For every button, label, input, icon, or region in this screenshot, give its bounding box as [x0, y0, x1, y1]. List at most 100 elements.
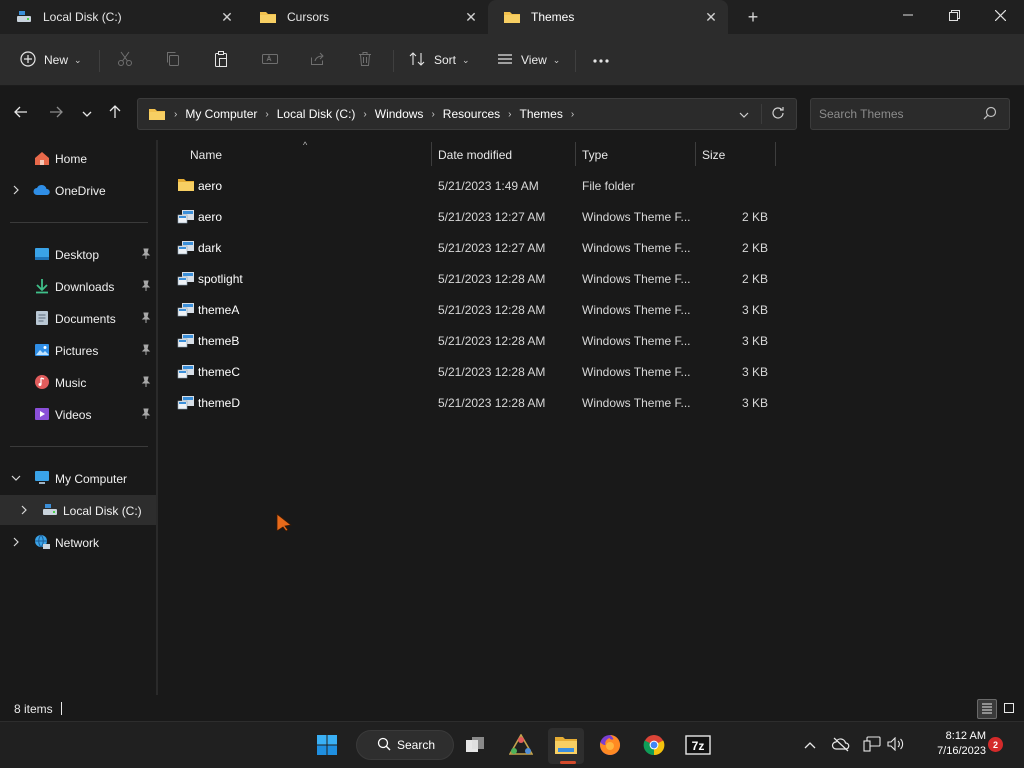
forward-button[interactable] [45, 102, 67, 124]
pin-icon[interactable] [140, 311, 152, 325]
close-icon[interactable]: ✕ [702, 8, 720, 26]
file-row[interactable]: themeC 5/21/2023 12:28 AM Windows Theme … [170, 357, 790, 387]
tab-themes[interactable]: Themes ✕ [488, 0, 728, 34]
sidebar-scrollbar[interactable] [156, 140, 158, 695]
column-divider[interactable] [431, 142, 432, 166]
sidebar-item-downloads[interactable]: Downloads [0, 271, 156, 301]
sidebar-item-home[interactable]: Home [0, 143, 156, 173]
file-row[interactable]: themeA 5/21/2023 12:28 AM Windows Theme … [170, 295, 790, 325]
column-header-date[interactable]: Date modified [438, 142, 512, 168]
recent-locations-button[interactable] [76, 102, 98, 124]
sidebar-item-pictures[interactable]: Pictures [0, 335, 156, 365]
breadcrumb-themes[interactable]: Themes [519, 107, 562, 121]
sort-button[interactable]: Sort ⌄ [408, 46, 470, 74]
share-button[interactable] [309, 46, 325, 74]
volume-tray-button[interactable] [886, 735, 906, 755]
system-clock[interactable]: 8:12 AM 7/16/2023 [914, 729, 986, 759]
column-divider[interactable] [775, 142, 776, 166]
file-explorer-icon [554, 735, 578, 758]
sidebar-item-onedrive[interactable]: OneDrive [0, 175, 156, 205]
new-button[interactable]: New ⌄ [20, 46, 82, 74]
taskbar-app-firefox[interactable] [592, 728, 628, 764]
sidebar-item-my-computer[interactable]: My Computer [0, 463, 156, 493]
start-button[interactable] [309, 728, 345, 764]
column-divider[interactable] [575, 142, 576, 166]
minimize-button[interactable] [885, 0, 931, 30]
back-button[interactable] [10, 102, 32, 124]
sidebar-item-music[interactable]: Music [0, 367, 156, 397]
chevron-right-icon[interactable] [18, 504, 30, 516]
close-icon[interactable]: ✕ [462, 8, 480, 26]
chevron-right-icon[interactable] [10, 536, 22, 548]
breadcrumb-windows[interactable]: Windows [375, 107, 424, 121]
file-row[interactable]: spotlight 5/21/2023 12:28 AM Windows The… [170, 264, 790, 294]
sidebar-item-local-disk[interactable]: Local Disk (C:) [0, 495, 156, 525]
notification-badge[interactable]: 2 [988, 737, 1003, 752]
taskbar-search-button[interactable]: Search [356, 730, 454, 760]
details-view-button[interactable] [977, 699, 997, 719]
sidebar-item-network[interactable]: Network [0, 527, 156, 557]
address-bar[interactable]: › My Computer › Local Disk (C:) › Window… [137, 98, 797, 130]
column-divider[interactable] [695, 142, 696, 166]
view-button[interactable]: View ⌄ [497, 46, 560, 74]
navigation-pane: Home OneDrive Desktop Downloads Document… [0, 140, 158, 695]
copy-button[interactable] [165, 46, 181, 74]
sidebar-item-documents[interactable]: Documents [0, 303, 156, 333]
column-header-name[interactable]: Name [190, 142, 222, 168]
file-row[interactable]: themeB 5/21/2023 12:28 AM Windows Theme … [170, 326, 790, 356]
delete-button[interactable] [357, 46, 373, 74]
sidebar-item-videos[interactable]: Videos [0, 399, 156, 429]
tiles-view-button[interactable] [999, 699, 1019, 719]
breadcrumb-local-disk[interactable]: Local Disk (C:) [277, 107, 356, 121]
breadcrumb-resources[interactable]: Resources [443, 107, 500, 121]
taskbar-app-file-explorer[interactable] [548, 728, 584, 764]
search-box[interactable] [810, 98, 1010, 130]
arrow-right-icon [49, 106, 63, 121]
column-header-size[interactable]: Size [702, 142, 725, 168]
network-tray-button[interactable] [862, 735, 882, 755]
computer-icon [33, 469, 51, 487]
file-row[interactable]: themeD 5/21/2023 12:28 AM Windows Theme … [170, 388, 790, 418]
arrow-up-icon [109, 104, 121, 122]
pin-icon[interactable] [140, 375, 152, 389]
more-options-button[interactable] [592, 46, 610, 74]
plus-circle-icon [20, 50, 36, 70]
column-header-type[interactable]: Type [582, 142, 608, 168]
file-row[interactable]: dark 5/21/2023 12:27 AM Windows Theme F.… [170, 233, 790, 263]
search-input[interactable] [819, 105, 979, 123]
address-history-button[interactable] [734, 104, 754, 124]
up-button[interactable] [104, 102, 126, 124]
taskbar-app-network-tool[interactable] [503, 728, 539, 764]
ethernet-icon [863, 735, 881, 755]
tab-cursors[interactable]: Cursors ✕ [244, 0, 488, 34]
chevron-down-icon: ⌄ [74, 54, 82, 65]
pin-icon[interactable] [140, 343, 152, 357]
copy-icon [165, 51, 181, 70]
paste-button[interactable] [213, 46, 229, 74]
show-hidden-icons-button[interactable] [800, 735, 820, 755]
folder-icon [503, 9, 521, 25]
pin-icon[interactable] [140, 407, 152, 421]
pin-icon[interactable] [140, 279, 152, 293]
breadcrumb: › My Computer › Local Disk (C:) › Window… [148, 99, 582, 129]
file-row[interactable]: aero 5/21/2023 1:49 AM File folder [170, 171, 790, 201]
taskbar-app-chrome[interactable] [636, 728, 672, 764]
rename-button[interactable] [261, 46, 279, 74]
file-row[interactable]: aero 5/21/2023 12:27 AM Windows Theme F.… [170, 202, 790, 232]
sidebar-item-desktop[interactable]: Desktop [0, 239, 156, 269]
breadcrumb-my-computer[interactable]: My Computer [185, 107, 257, 121]
task-view-button[interactable] [457, 728, 493, 764]
new-tab-button[interactable]: + [742, 6, 764, 28]
tab-local-disk[interactable]: Local Disk (C:) ✕ [0, 0, 244, 34]
refresh-button[interactable] [768, 104, 788, 124]
maximize-button[interactable] [931, 0, 977, 30]
cut-button[interactable] [117, 46, 133, 74]
pin-icon[interactable] [140, 247, 152, 261]
file-name: themeB [198, 334, 240, 348]
chevron-right-icon[interactable] [10, 184, 22, 196]
chevron-down-icon[interactable] [10, 472, 22, 484]
onedrive-tray-button[interactable] [831, 735, 851, 755]
taskbar-app-7zip[interactable]: 7z [680, 728, 716, 764]
close-icon[interactable]: ✕ [218, 8, 236, 26]
close-window-button[interactable] [977, 0, 1023, 30]
